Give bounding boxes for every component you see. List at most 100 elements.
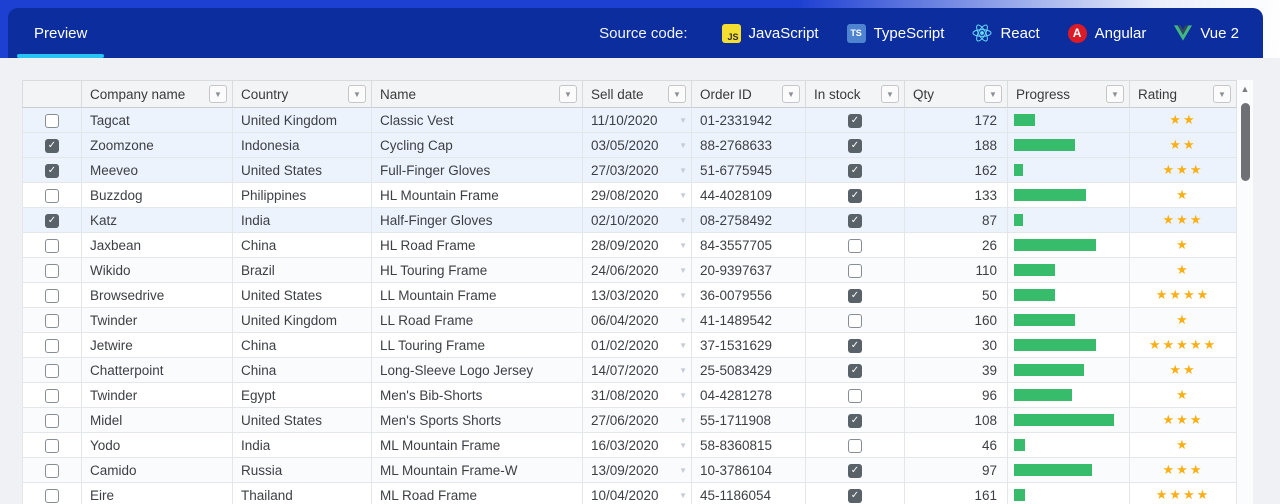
progress-cell[interactable] xyxy=(1008,233,1130,258)
sell-date-cell[interactable]: 31/08/2020 ▼ xyxy=(583,383,692,408)
in-stock-checkbox[interactable]: ✓ xyxy=(848,138,862,153)
product-name-cell[interactable]: Long-Sleeve Logo Jersey xyxy=(372,358,583,383)
company-cell[interactable]: Tagcat xyxy=(82,108,233,133)
country-cell[interactable]: Russia xyxy=(233,458,372,483)
in-stock-checkbox[interactable]: ✓ xyxy=(848,288,862,303)
progress-cell[interactable] xyxy=(1008,408,1130,433)
rating-cell[interactable]: ★★★★★ xyxy=(1130,333,1237,358)
sell-date-cell[interactable]: 06/04/2020 ▼ xyxy=(583,308,692,333)
company-cell[interactable]: Eire xyxy=(82,483,233,504)
row-select-checkbox[interactable]: ✓ xyxy=(45,213,59,228)
order-id-cell[interactable]: 84-3557705 xyxy=(692,233,806,258)
company-cell[interactable]: Jetwire xyxy=(82,333,233,358)
row-select-checkbox[interactable] xyxy=(45,188,59,203)
country-cell[interactable]: China xyxy=(233,233,372,258)
qty-cell[interactable]: 133 xyxy=(905,183,1008,208)
product-name-cell[interactable]: Men's Sports Shorts xyxy=(372,408,583,433)
row-select-checkbox[interactable]: ✓ xyxy=(45,163,59,178)
order-id-cell[interactable]: 10-3786104 xyxy=(692,458,806,483)
filter-button[interactable]: ▼ xyxy=(782,85,800,103)
row-select-checkbox[interactable] xyxy=(45,488,59,503)
product-name-cell[interactable]: ML Mountain Frame-W xyxy=(372,458,583,483)
in-stock-checkbox[interactable]: ✓ xyxy=(848,488,862,503)
product-name-cell[interactable]: ML Mountain Frame xyxy=(372,433,583,458)
order-id-cell[interactable]: 37-1531629 xyxy=(692,333,806,358)
filter-button[interactable]: ▼ xyxy=(668,85,686,103)
filter-button[interactable]: ▼ xyxy=(1106,85,1124,103)
country-cell[interactable]: Philippines xyxy=(233,183,372,208)
sell-date-cell[interactable]: 28/09/2020 ▼ xyxy=(583,233,692,258)
in-stock-checkbox[interactable]: ✓ xyxy=(848,413,862,428)
rating-cell[interactable]: ★★★ xyxy=(1130,408,1237,433)
company-cell[interactable]: Katz xyxy=(82,208,233,233)
product-name-cell[interactable]: LL Mountain Frame xyxy=(372,283,583,308)
product-name-cell[interactable]: Full-Finger Gloves xyxy=(372,158,583,183)
progress-cell[interactable] xyxy=(1008,308,1130,333)
progress-cell[interactable] xyxy=(1008,158,1130,183)
row-select-checkbox[interactable] xyxy=(45,363,59,378)
in-stock-checkbox[interactable]: ✓ xyxy=(848,463,862,478)
link-vue2[interactable]: Vue 2 xyxy=(1174,25,1239,42)
rating-cell[interactable]: ★ xyxy=(1130,433,1237,458)
sell-date-cell[interactable]: 01/02/2020 ▼ xyxy=(583,333,692,358)
scrollbar-thumb[interactable] xyxy=(1240,103,1250,181)
country-cell[interactable]: Indonesia xyxy=(233,133,372,158)
company-cell[interactable]: Twinder xyxy=(82,383,233,408)
progress-cell[interactable] xyxy=(1008,258,1130,283)
qty-cell[interactable]: 50 xyxy=(905,283,1008,308)
order-id-cell[interactable]: 08-2758492 xyxy=(692,208,806,233)
rating-cell[interactable]: ★★ xyxy=(1130,133,1237,158)
row-select-checkbox[interactable] xyxy=(45,288,59,303)
company-cell[interactable]: Browsedrive xyxy=(82,283,233,308)
row-select-checkbox[interactable] xyxy=(45,263,59,278)
rating-cell[interactable]: ★ xyxy=(1130,183,1237,208)
country-cell[interactable]: China xyxy=(233,358,372,383)
row-select-checkbox[interactable] xyxy=(45,413,59,428)
product-name-cell[interactable]: HL Road Frame xyxy=(372,233,583,258)
link-typescript[interactable]: TS TypeScript xyxy=(846,23,944,43)
rating-cell[interactable]: ★★★★ xyxy=(1130,283,1237,308)
in-stock-checkbox[interactable] xyxy=(848,238,862,253)
sell-date-cell[interactable]: 24/06/2020 ▼ xyxy=(583,258,692,283)
in-stock-checkbox[interactable] xyxy=(848,388,862,403)
sell-date-cell[interactable]: 02/10/2020 ▼ xyxy=(583,208,692,233)
country-cell[interactable]: United States xyxy=(233,158,372,183)
in-stock-checkbox[interactable]: ✓ xyxy=(848,188,862,203)
qty-cell[interactable]: 97 xyxy=(905,458,1008,483)
country-cell[interactable]: United States xyxy=(233,408,372,433)
rating-cell[interactable]: ★★★ xyxy=(1130,208,1237,233)
product-name-cell[interactable]: HL Mountain Frame xyxy=(372,183,583,208)
company-cell[interactable]: Buzzdog xyxy=(82,183,233,208)
progress-cell[interactable] xyxy=(1008,283,1130,308)
rating-cell[interactable]: ★ xyxy=(1130,308,1237,333)
progress-cell[interactable] xyxy=(1008,458,1130,483)
country-cell[interactable]: India xyxy=(233,433,372,458)
filter-button[interactable]: ▼ xyxy=(209,85,227,103)
progress-cell[interactable] xyxy=(1008,333,1130,358)
progress-cell[interactable] xyxy=(1008,183,1130,208)
qty-cell[interactable]: 87 xyxy=(905,208,1008,233)
rating-cell[interactable]: ★★ xyxy=(1130,108,1237,133)
qty-cell[interactable]: 46 xyxy=(905,433,1008,458)
country-cell[interactable]: United Kingdom xyxy=(233,108,372,133)
vertical-scrollbar[interactable]: ▲ xyxy=(1237,80,1253,504)
order-id-cell[interactable]: 55-1711908 xyxy=(692,408,806,433)
in-stock-checkbox[interactable]: ✓ xyxy=(848,363,862,378)
in-stock-checkbox[interactable]: ✓ xyxy=(848,113,862,128)
country-cell[interactable]: Egypt xyxy=(233,383,372,408)
qty-cell[interactable]: 26 xyxy=(905,233,1008,258)
company-cell[interactable]: Twinder xyxy=(82,308,233,333)
sell-date-cell[interactable]: 27/06/2020 ▼ xyxy=(583,408,692,433)
order-id-cell[interactable]: 36-0079556 xyxy=(692,283,806,308)
country-cell[interactable]: United States xyxy=(233,283,372,308)
order-id-cell[interactable]: 58-8360815 xyxy=(692,433,806,458)
rating-cell[interactable]: ★★★ xyxy=(1130,158,1237,183)
country-cell[interactable]: India xyxy=(233,208,372,233)
company-cell[interactable]: Jaxbean xyxy=(82,233,233,258)
order-id-cell[interactable]: 04-4281278 xyxy=(692,383,806,408)
filter-button[interactable]: ▼ xyxy=(559,85,577,103)
product-name-cell[interactable]: Men's Bib-Shorts xyxy=(372,383,583,408)
company-cell[interactable]: Chatterpoint xyxy=(82,358,233,383)
rating-cell[interactable]: ★★★ xyxy=(1130,458,1237,483)
product-name-cell[interactable]: HL Touring Frame xyxy=(372,258,583,283)
